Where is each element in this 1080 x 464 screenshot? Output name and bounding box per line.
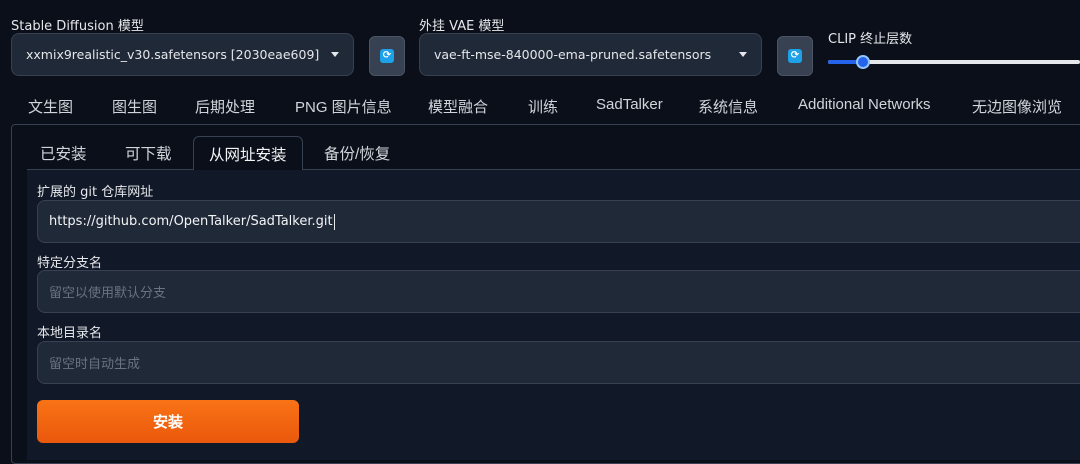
tab-backup-restore[interactable]: 备份/恢复 [324, 136, 390, 170]
install-button[interactable]: 安装 [37, 400, 299, 443]
sd-model-label: Stable Diffusion 模型 [11, 19, 144, 34]
vae-value: vae-ft-mse-840000-ema-pruned.safetensors [434, 47, 712, 62]
tab-system-info[interactable]: 系统信息 [698, 96, 758, 117]
tab-extras[interactable]: 后期处理 [195, 96, 255, 117]
branch-label: 特定分支名 [37, 256, 103, 271]
tab-additional-networks[interactable]: Additional Networks [798, 96, 931, 113]
vae-dropdown[interactable]: vae-ft-mse-840000-ema-pruned.safetensors [419, 33, 762, 76]
sd-model-dropdown[interactable]: xxmix9realistic_v30.safetensors [2030eae… [11, 33, 354, 76]
clip-skip-label: CLIP 终止层数 [828, 32, 913, 47]
tab-installed[interactable]: 已安装 [40, 136, 87, 170]
sd-model-value: xxmix9realistic_v30.safetensors [2030eae… [26, 47, 320, 62]
branch-input[interactable]: 留空以使用默认分支 [37, 270, 1080, 313]
local-dir-label: 本地目录名 [37, 326, 103, 341]
vae-label: 外挂 VAE 模型 [419, 19, 505, 34]
tab-txt2img[interactable]: 文生图 [28, 96, 73, 117]
clip-skip-slider-thumb[interactable] [856, 55, 871, 69]
tab-install-from-url[interactable]: 从网址安装 [193, 136, 303, 170]
repo-url-label: 扩展的 git 仓库网址 [37, 185, 154, 200]
tab-sadtalker[interactable]: SadTalker [596, 96, 663, 113]
chevron-down-icon [331, 52, 339, 57]
tab-infinite-browser[interactable]: 无边图像浏览 [972, 96, 1062, 117]
vae-refresh-button[interactable]: ⟳ [777, 36, 813, 76]
tab-model-merge[interactable]: 模型融合 [428, 96, 488, 117]
chevron-down-icon [739, 52, 747, 57]
tab-img2img[interactable]: 图生图 [112, 96, 157, 117]
main-tab-bar: 文生图 图生图 后期处理 PNG 图片信息 模型融合 训练 SadTalker … [0, 96, 1080, 124]
refresh-icon: ⟳ [380, 49, 394, 63]
refresh-icon: ⟳ [788, 49, 802, 63]
local-dir-input[interactable]: 留空时自动生成 [37, 341, 1080, 384]
text-cursor [333, 213, 335, 230]
repo-url-value: https://github.com/OpenTalker/SadTalker.… [49, 214, 333, 229]
tab-png-info[interactable]: PNG 图片信息 [295, 96, 392, 117]
sd-model-refresh-button[interactable]: ⟳ [369, 36, 405, 76]
tab-available[interactable]: 可下载 [125, 136, 172, 170]
repo-url-input[interactable]: https://github.com/OpenTalker/SadTalker.… [37, 200, 1080, 243]
tab-train[interactable]: 训练 [528, 96, 558, 117]
